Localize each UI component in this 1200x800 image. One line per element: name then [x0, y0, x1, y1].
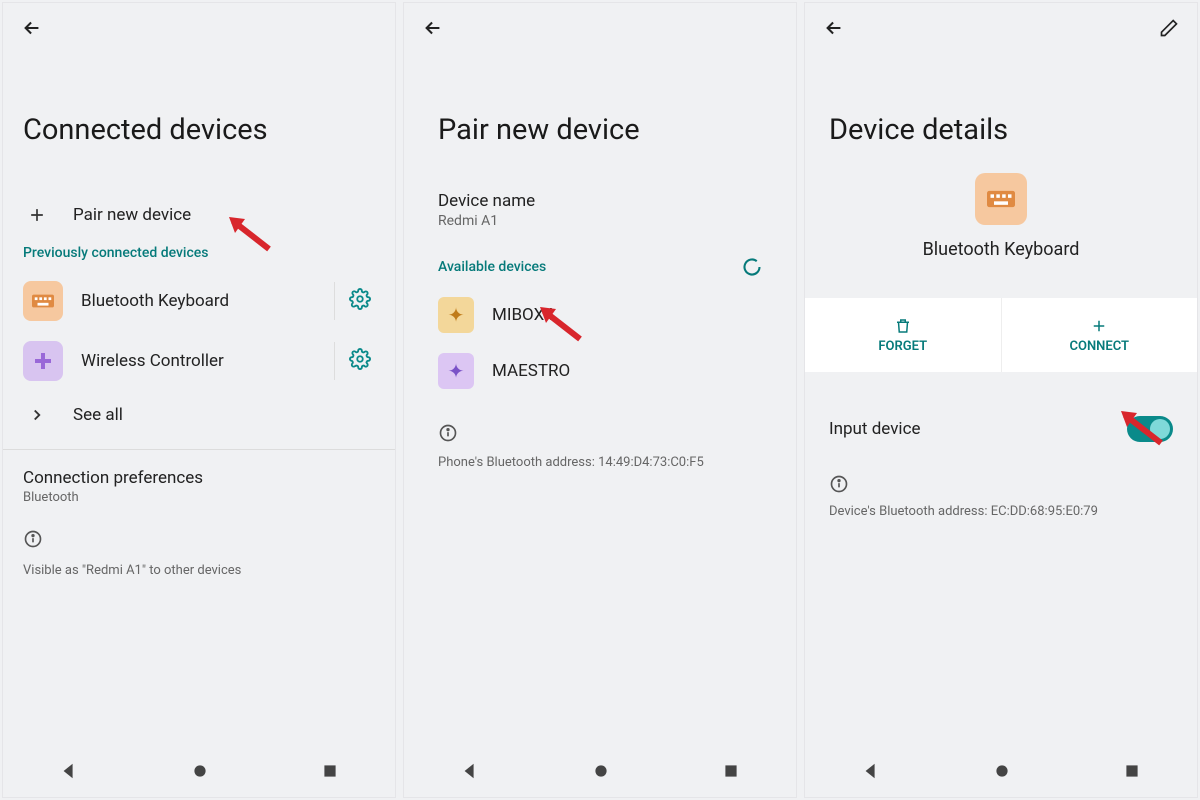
- toggle-switch[interactable]: [1127, 416, 1173, 442]
- info-icon: [438, 423, 458, 443]
- device-settings-button[interactable]: [334, 342, 385, 380]
- screen-device-details: Device details Bluetooth Keyboard FORGET…: [804, 2, 1198, 798]
- nav-back-icon[interactable]: [461, 762, 479, 784]
- connection-preferences-title: Connection preferences: [23, 468, 375, 488]
- nav-back-icon[interactable]: [60, 762, 78, 784]
- chevron-right-icon: [23, 406, 51, 424]
- device-name: Wireless Controller: [81, 351, 316, 371]
- see-all-row[interactable]: See all: [3, 391, 395, 439]
- page-title: Connected devices: [3, 53, 395, 191]
- available-device-name: MIBOX4: [492, 305, 762, 325]
- page-title: Pair new device: [404, 53, 796, 191]
- device-name-block[interactable]: Device name Redmi A1: [404, 191, 796, 249]
- available-device-name: MAESTRO: [492, 361, 762, 381]
- info-icon-row: [805, 456, 1197, 498]
- pair-new-device-label: Pair new device: [73, 205, 375, 225]
- action-bar: FORGET CONNECT: [805, 298, 1197, 372]
- visible-as-text: Visible as "Redmi A1" to other devices: [3, 555, 395, 578]
- screen-pair-new-device: Pair new device Device name Redmi A1 Ava…: [403, 2, 797, 798]
- keyboard-icon: [975, 173, 1027, 225]
- forget-label: FORGET: [878, 339, 927, 354]
- connection-preferences-row[interactable]: Connection preferences Bluetooth: [3, 450, 395, 509]
- back-arrow-icon[interactable]: [823, 17, 845, 39]
- nav-home-icon[interactable]: [192, 763, 208, 783]
- screen-connected-devices: Connected devices Pair new device Previo…: [2, 2, 396, 798]
- page-title: Device details: [805, 53, 1197, 173]
- keyboard-icon: [23, 281, 63, 321]
- edit-icon[interactable]: [1159, 18, 1179, 38]
- android-navbar: [404, 749, 796, 797]
- android-navbar: [3, 749, 395, 797]
- nav-recent-icon[interactable]: [723, 763, 739, 783]
- device-name-label: Device name: [438, 191, 762, 211]
- nav-recent-icon[interactable]: [322, 763, 338, 783]
- back-arrow-icon[interactable]: [422, 17, 444, 39]
- device-row-keyboard[interactable]: Bluetooth Keyboard: [3, 271, 395, 331]
- device-summary: Bluetooth Keyboard: [805, 173, 1197, 280]
- nav-back-icon[interactable]: [862, 762, 880, 784]
- plus-icon: [23, 205, 51, 225]
- bluetooth-address-text: Device's Bluetooth address: EC:DD:68:95:…: [805, 498, 1197, 525]
- topbar: [404, 3, 796, 53]
- device-row-controller[interactable]: Wireless Controller: [3, 331, 395, 391]
- info-icon: [23, 529, 43, 549]
- loading-spinner-icon: [742, 257, 762, 277]
- back-arrow-icon[interactable]: [21, 17, 43, 39]
- previously-connected-header: Previously connected devices: [3, 239, 395, 271]
- bluetooth-icon: ✦: [438, 353, 474, 389]
- nav-recent-icon[interactable]: [1124, 763, 1140, 783]
- bluetooth-icon: ✦: [438, 297, 474, 333]
- connect-button[interactable]: CONNECT: [1002, 298, 1198, 372]
- info-icon-row: [404, 399, 796, 449]
- controller-icon: [23, 341, 63, 381]
- forget-button[interactable]: FORGET: [805, 298, 1002, 372]
- info-icon: [829, 474, 849, 494]
- plus-icon: [1090, 317, 1108, 335]
- android-navbar: [805, 749, 1197, 797]
- topbar: [805, 3, 1197, 53]
- trash-icon: [894, 317, 912, 335]
- pair-new-device-row[interactable]: Pair new device: [3, 191, 395, 239]
- available-device-maestro[interactable]: ✦ MAESTRO: [404, 343, 796, 399]
- input-device-toggle-row[interactable]: Input device: [805, 402, 1197, 456]
- info-icon-row: [3, 509, 395, 555]
- see-all-label: See all: [73, 405, 375, 425]
- nav-home-icon[interactable]: [593, 763, 609, 783]
- topbar: [3, 3, 395, 53]
- bluetooth-address-text: Phone's Bluetooth address: 14:49:D4:73:C…: [404, 449, 796, 476]
- available-device-mibox4[interactable]: ✦ MIBOX4: [404, 287, 796, 343]
- device-name: Bluetooth Keyboard: [923, 239, 1080, 260]
- input-device-label: Input device: [829, 419, 920, 439]
- device-name: Bluetooth Keyboard: [81, 291, 316, 311]
- device-settings-button[interactable]: [334, 282, 385, 320]
- nav-home-icon[interactable]: [994, 763, 1010, 783]
- connect-label: CONNECT: [1070, 339, 1130, 354]
- available-devices-header: Available devices: [438, 259, 546, 275]
- connection-preferences-sub: Bluetooth: [23, 490, 375, 505]
- device-name-value: Redmi A1: [438, 213, 762, 229]
- available-devices-header-row: Available devices: [404, 249, 796, 287]
